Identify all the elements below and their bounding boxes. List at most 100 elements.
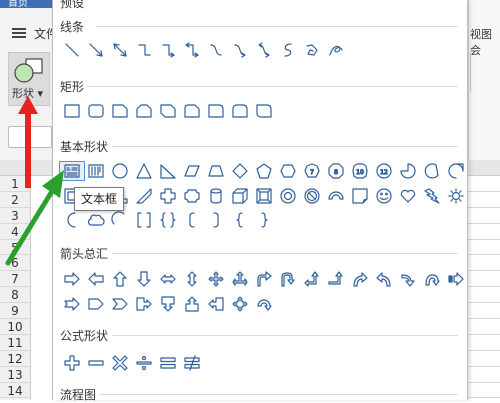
left-brace-icon[interactable]: [228, 211, 252, 229]
round-diagonal-rectangle-icon[interactable]: [252, 102, 276, 120]
row-number[interactable]: 7: [0, 271, 30, 288]
hexagon-icon[interactable]: [276, 162, 300, 180]
cloud-icon[interactable]: [84, 211, 108, 229]
chord-icon[interactable]: [420, 162, 444, 180]
dodecagon-icon[interactable]: 12: [372, 162, 396, 180]
double-bracket-icon[interactable]: [132, 211, 156, 229]
snip-diagonal-rectangle-icon[interactable]: [156, 102, 180, 120]
rounded-rectangle-icon[interactable]: [84, 102, 108, 120]
round-corner-rectangle-icon[interactable]: [204, 102, 228, 120]
up-down-arrow-icon[interactable]: [180, 270, 204, 288]
heptagon-icon[interactable]: 7: [300, 162, 324, 180]
diagonal-stripe-icon[interactable]: [132, 187, 156, 205]
right-triangle-icon[interactable]: [156, 162, 180, 180]
octagon-icon[interactable]: 8: [324, 162, 348, 180]
minus-icon[interactable]: [84, 354, 108, 372]
freeform-icon[interactable]: [300, 41, 324, 59]
plaque-icon[interactable]: [180, 187, 204, 205]
scribble-icon[interactable]: [324, 41, 348, 59]
up-arrow-icon[interactable]: [108, 270, 132, 288]
row-number[interactable]: 11: [0, 334, 30, 351]
decagon-icon[interactable]: 10: [348, 162, 372, 180]
curved-right-arrow-icon[interactable]: [348, 270, 372, 288]
curved-left-arrow-icon[interactable]: [372, 270, 396, 288]
round-same-side-rectangle-icon[interactable]: [228, 102, 252, 120]
down-arrow-callout-icon[interactable]: [156, 295, 180, 313]
left-arrow-icon[interactable]: [84, 270, 108, 288]
menu-icon[interactable]: [12, 28, 26, 38]
line-icon[interactable]: [60, 41, 84, 59]
curved-arrow-connector-icon[interactable]: [228, 41, 252, 59]
donut-icon[interactable]: [276, 187, 300, 205]
snip-round-rectangle-icon[interactable]: [180, 102, 204, 120]
trapezoid-icon[interactable]: [204, 162, 228, 180]
u-turn-arrow-icon[interactable]: [276, 270, 300, 288]
curved-double-arrow-icon[interactable]: [252, 41, 276, 59]
home-tab[interactable]: 首页: [0, 0, 50, 8]
snip-corner-rectangle-icon[interactable]: [108, 102, 132, 120]
block-arc-icon[interactable]: [324, 187, 348, 205]
curved-connector-icon[interactable]: [204, 41, 228, 59]
cube-icon[interactable]: [228, 187, 252, 205]
row-number[interactable]: 10: [0, 319, 30, 335]
can-icon[interactable]: [204, 187, 228, 205]
curved-down-arrow-icon[interactable]: [420, 270, 444, 288]
double-brace-icon[interactable]: [156, 211, 180, 229]
vertical-text-box-icon[interactable]: [84, 162, 108, 180]
sun-icon[interactable]: [444, 187, 468, 205]
chevron-icon[interactable]: [108, 295, 132, 313]
cross-icon[interactable]: [156, 187, 180, 205]
left-bracket-icon[interactable]: [180, 211, 204, 229]
row-number[interactable]: 13: [0, 366, 30, 383]
diamond-icon[interactable]: [228, 162, 252, 180]
not-equal-icon[interactable]: [180, 354, 204, 372]
arrow-line-icon[interactable]: [84, 41, 108, 59]
double-arrow-line-icon[interactable]: [108, 41, 132, 59]
equal-icon[interactable]: [156, 354, 180, 372]
row-number[interactable]: 12: [0, 350, 30, 367]
arc-icon[interactable]: [108, 211, 132, 229]
bevel-icon[interactable]: [252, 187, 276, 205]
left-up-arrow-icon[interactable]: [300, 270, 324, 288]
left-arrow-callout-icon[interactable]: [204, 295, 228, 313]
striped-right-arrow-icon[interactable]: [444, 270, 468, 288]
curve-icon[interactable]: [276, 41, 300, 59]
elbow-double-arrow-icon[interactable]: [180, 41, 204, 59]
up-arrow-callout-icon[interactable]: [180, 295, 204, 313]
heart-icon[interactable]: [396, 187, 420, 205]
bent-arrow-icon[interactable]: [252, 270, 276, 288]
left-right-up-arrow-icon[interactable]: [228, 270, 252, 288]
pie-icon[interactable]: [396, 162, 420, 180]
lightning-bolt-icon[interactable]: [420, 187, 444, 205]
bent-up-arrow-icon[interactable]: [324, 270, 348, 288]
down-arrow-icon[interactable]: [132, 270, 156, 288]
smiley-face-icon[interactable]: [372, 187, 396, 205]
right-brace-icon[interactable]: [252, 211, 276, 229]
divide-icon[interactable]: [132, 354, 156, 372]
elbow-arrow-connector-icon[interactable]: [156, 41, 180, 59]
row-number[interactable]: 9: [0, 303, 30, 320]
quad-arrow-callout-icon[interactable]: [228, 295, 252, 313]
right-bracket-icon[interactable]: [204, 211, 228, 229]
notched-right-arrow-icon[interactable]: [60, 295, 84, 313]
right-cell-grid[interactable]: [468, 176, 500, 400]
circular-arrow-icon[interactable]: [252, 295, 276, 313]
row-number[interactable]: 14: [0, 382, 30, 399]
plus-icon[interactable]: [60, 354, 84, 372]
row-number[interactable]: 8: [0, 287, 30, 304]
snip-same-side-rectangle-icon[interactable]: [132, 102, 156, 120]
elbow-connector-icon[interactable]: [132, 41, 156, 59]
pentagon-arrow-icon[interactable]: [84, 295, 108, 313]
right-arrow-icon[interactable]: [60, 270, 84, 288]
curved-up-arrow-icon[interactable]: [396, 270, 420, 288]
right-arrow-callout-icon[interactable]: [132, 295, 156, 313]
triangle-icon[interactable]: [132, 162, 156, 180]
left-right-arrow-icon[interactable]: [156, 270, 180, 288]
pentagon-icon[interactable]: [252, 162, 276, 180]
parallelogram-icon[interactable]: [180, 162, 204, 180]
quad-arrow-icon[interactable]: [204, 270, 228, 288]
rectangle-icon[interactable]: [60, 102, 84, 120]
teardrop-icon[interactable]: [444, 162, 468, 180]
multiply-icon[interactable]: [108, 354, 132, 372]
no-symbol-icon[interactable]: [300, 187, 324, 205]
